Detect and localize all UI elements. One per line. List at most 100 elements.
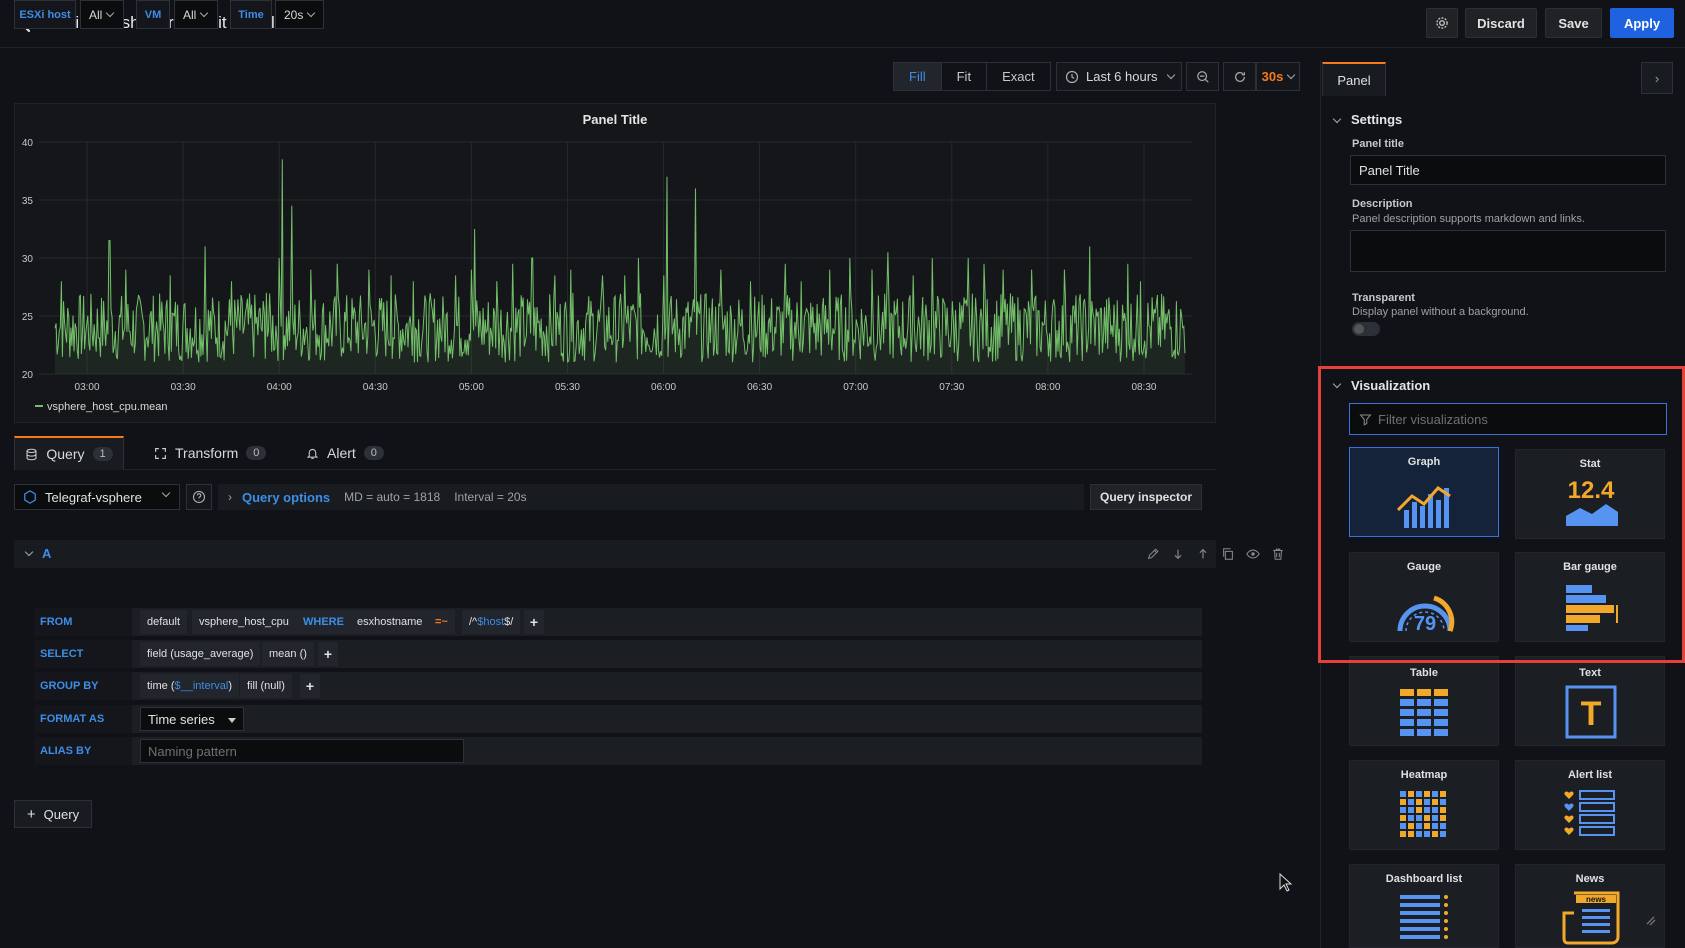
tab-label: Query <box>46 446 85 462</box>
heatmap-cell <box>1432 807 1438 813</box>
expand-pane-button[interactable]: › <box>1641 62 1673 94</box>
query-inspector-button[interactable]: Query inspector <box>1090 484 1202 510</box>
viz-card-gauge[interactable]: Gauge 79 <box>1349 552 1499 642</box>
visualization-section-header[interactable]: Visualization <box>1351 378 1430 393</box>
tab-query[interactable]: Query 1 <box>14 436 124 470</box>
move-up-icon[interactable] <box>1196 547 1210 561</box>
add-query-label: Query <box>43 806 80 822</box>
viz-card-stat[interactable]: Stat 12.4 <box>1515 449 1665 539</box>
panel-title-input[interactable]: Panel Title <box>1350 155 1666 185</box>
chevron-down-icon <box>161 488 171 498</box>
refresh-button[interactable] <box>1223 62 1256 91</box>
zoom-out-icon <box>1196 70 1209 83</box>
heatmap-cell <box>1400 807 1406 813</box>
collapse-chevron-icon[interactable] <box>24 547 34 557</box>
group-by-fill[interactable]: fill (null) <box>240 674 292 698</box>
discard-button[interactable]: Discard <box>1465 8 1537 38</box>
zoom-out-button[interactable] <box>1186 62 1219 91</box>
tab-transform[interactable]: Transform 0 <box>154 436 267 470</box>
heatmap-cell <box>1440 791 1446 797</box>
eye-icon[interactable] <box>1246 547 1260 561</box>
trash-icon[interactable] <box>1271 547 1285 561</box>
pencil-icon[interactable] <box>1146 547 1160 561</box>
description-label: Description <box>1352 198 1413 210</box>
viz-name: Alert list <box>1567 769 1612 781</box>
var-select-esxi-host[interactable]: All <box>80 0 124 29</box>
add-group-by-button[interactable]: + <box>300 674 320 698</box>
filter-visualizations-input[interactable]: Filter visualizations <box>1349 403 1667 435</box>
time-range-picker[interactable]: Last 6 hours <box>1056 62 1182 91</box>
where-operator[interactable]: =~ <box>428 610 455 634</box>
viz-card-graph[interactable]: Graph <box>1349 447 1499 537</box>
add-where-button[interactable]: + <box>524 610 544 634</box>
retention-policy[interactable]: default <box>140 610 188 634</box>
alert-list-viz-icon <box>1564 790 1615 836</box>
query-ref-id[interactable]: A <box>42 546 51 561</box>
heatmap-cell <box>1416 815 1422 821</box>
datasource-picker[interactable]: Telegraf-vsphere <box>14 484 180 510</box>
alias-input[interactable]: Naming pattern <box>140 739 464 763</box>
fill-mode-button[interactable]: Fill <box>894 63 942 90</box>
tab-panel[interactable]: Panel <box>1322 62 1386 96</box>
apply-button[interactable]: Apply <box>1610 8 1674 38</box>
measurement[interactable]: vsphere_host_cpu <box>192 610 296 634</box>
move-down-icon[interactable] <box>1171 547 1185 561</box>
resize-handle-icon[interactable] <box>1644 914 1658 928</box>
caret-down-icon <box>228 718 236 723</box>
viz-card-table[interactable]: Table <box>1349 656 1499 746</box>
refresh-interval-picker[interactable]: 30s <box>1256 62 1300 91</box>
transparent-toggle[interactable] <box>1352 322 1380 336</box>
add-query-button[interactable]: + Query <box>14 800 92 828</box>
query-options-bar[interactable]: › Query options MD = auto = 1818 Interva… <box>218 484 1084 510</box>
where-tag-value[interactable]: /^ $host $/ <box>462 610 521 634</box>
news-icon-label: news <box>1586 895 1607 904</box>
format-select[interactable]: Time series <box>140 707 244 731</box>
viz-card-news[interactable]: News news <box>1515 864 1665 948</box>
transform-icon <box>155 447 166 459</box>
viz-name: News <box>1575 873 1605 885</box>
exact-mode-button[interactable]: Exact <box>987 63 1050 90</box>
datasource-name: Telegraf-vsphere <box>45 489 142 505</box>
filter-icon <box>1359 414 1372 426</box>
settings-section-header[interactable]: Settings <box>1351 112 1402 127</box>
var-value: All <box>89 7 103 22</box>
where-tag-key[interactable]: esxhostname <box>350 610 430 634</box>
group-by-time[interactable]: time ($__interval) <box>140 674 239 698</box>
datasource-logo-icon <box>24 490 36 504</box>
help-button[interactable] <box>186 484 212 510</box>
select-aggregation[interactable]: mean () <box>262 642 314 666</box>
fit-mode-button[interactable]: Fit <box>942 63 988 90</box>
heatmap-cell <box>1424 791 1430 797</box>
y-tick-label: 25 <box>22 312 34 323</box>
heatmap-cell <box>1432 791 1438 797</box>
viz-name: Gauge <box>1406 561 1442 573</box>
chevron-right-icon: › <box>228 490 232 504</box>
x-tick-label: 05:00 <box>459 382 484 393</box>
gauge-viz-icon: 79 <box>1397 595 1455 635</box>
legend-label[interactable]: vsphere_host_cpu.mean <box>47 401 167 413</box>
viz-card-text[interactable]: Text T <box>1515 656 1665 746</box>
tab-alert[interactable]: Alert 0 <box>306 436 384 470</box>
save-button[interactable]: Save <box>1545 8 1602 38</box>
viz-card-bar-gauge[interactable]: Bar gauge <box>1515 552 1665 642</box>
dashboard-list-viz-icon <box>1400 895 1448 939</box>
select-field[interactable]: field (usage_average) <box>140 642 261 666</box>
x-tick-label: 05:30 <box>555 382 580 393</box>
viz-card-heatmap[interactable]: Heatmap <box>1349 760 1499 850</box>
time-series-chart[interactable]: 20 25 30 35 40 03:00 03:30 04:00 04:30 05:00 05:30… <box>15 104 1217 424</box>
viz-name: Heatmap <box>1400 769 1448 781</box>
viz-card-alert-list[interactable]: Alert list <box>1515 760 1665 850</box>
description-textarea[interactable] <box>1350 230 1666 272</box>
var-select-vm[interactable]: All <box>174 0 218 29</box>
var-select-time[interactable]: 20s <box>275 0 324 29</box>
tag-value-suffix: $/ <box>504 616 514 628</box>
settings-button[interactable] <box>1426 8 1458 38</box>
refresh-icon <box>1234 71 1245 82</box>
tab-label: Alert <box>327 445 356 461</box>
panel-title-label: Panel title <box>1352 138 1404 150</box>
heatmap-cell <box>1416 823 1422 829</box>
viz-card-dashboard-list[interactable]: Dashboard list <box>1349 864 1499 948</box>
copy-icon[interactable] <box>1221 547 1235 561</box>
add-select-button[interactable]: + <box>318 642 338 666</box>
time-interval-variable: $__interval <box>174 680 229 692</box>
